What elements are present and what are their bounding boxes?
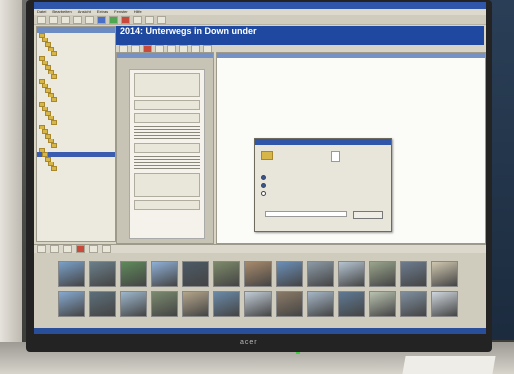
folder-button[interactable]	[50, 245, 59, 253]
folder-icon	[261, 151, 273, 160]
menu-view[interactable]: Ansicht	[78, 9, 91, 15]
text-lines	[134, 126, 200, 140]
print-button[interactable]	[145, 15, 154, 24]
photo-thumbnail[interactable]	[244, 261, 272, 287]
tree-items	[37, 33, 115, 171]
monitor-logo: acer	[240, 339, 258, 346]
refresh-button[interactable]	[133, 15, 142, 24]
folder-icon	[51, 166, 57, 171]
document-icon	[331, 151, 340, 162]
photo-thumbnail[interactable]	[120, 261, 148, 287]
photo-thumbnail[interactable]	[337, 261, 365, 287]
import-button[interactable]	[37, 245, 46, 253]
back-button[interactable]	[37, 15, 46, 24]
forward-button[interactable]	[49, 15, 58, 24]
photo-thumbnail[interactable]	[182, 291, 210, 317]
photo-thumbnail[interactable]	[58, 291, 86, 317]
content-block[interactable]	[134, 143, 200, 153]
folder-icon	[51, 97, 57, 102]
wall	[0, 0, 22, 374]
menu-extras[interactable]: Extras	[97, 9, 108, 15]
option-2[interactable]	[261, 183, 266, 188]
menu-edit[interactable]: Bearbeiten	[52, 9, 71, 15]
option-1[interactable]	[261, 175, 266, 180]
radio-icon[interactable]	[261, 191, 266, 196]
photo-thumbnail[interactable]	[430, 291, 459, 317]
photo-thumbnail[interactable]	[306, 291, 334, 317]
image-settings-dialog	[254, 138, 392, 232]
monitor-screen: Datei Bearbeiten Ansicht Extras Fenster …	[34, 2, 486, 334]
folder-icon	[51, 74, 57, 79]
photo-thumbnail[interactable]	[275, 291, 303, 317]
project-tree	[36, 26, 116, 242]
folder-icon	[51, 51, 57, 56]
photo-thumbnail[interactable]	[368, 261, 396, 287]
option-3[interactable]	[261, 191, 266, 196]
photo-thumbnail[interactable]	[399, 291, 427, 317]
document-header: 2014: Unterwegs in Down under	[116, 26, 484, 45]
menu-help[interactable]: Hilfe	[134, 9, 142, 15]
remove-button[interactable]	[76, 245, 85, 253]
photo-thumbnail[interactable]	[151, 291, 179, 317]
text-lines	[134, 156, 200, 170]
go-button[interactable]	[109, 15, 118, 24]
help-icon[interactable]	[157, 15, 166, 24]
editor-text[interactable]	[217, 58, 485, 62]
content-block[interactable]	[134, 100, 200, 110]
document-title: 2014: Unterwegs in Down under	[120, 26, 257, 36]
open-button[interactable]	[73, 15, 82, 24]
photo-thumbnail[interactable]	[337, 291, 365, 317]
content-block[interactable]	[134, 113, 200, 123]
window-titlebar	[34, 2, 486, 9]
globe-icon[interactable]	[97, 15, 106, 24]
photo-thumbnail[interactable]	[244, 291, 272, 317]
preview-header	[117, 53, 213, 58]
folder-icon	[51, 120, 57, 125]
content-block[interactable]	[134, 173, 200, 197]
photo-thumbnail[interactable]	[213, 261, 241, 287]
thumbnail-row	[58, 261, 459, 287]
folder-icon	[51, 143, 57, 148]
photo-toolbar	[34, 245, 486, 253]
photo-thumbnail[interactable]	[58, 261, 86, 287]
thumbnail-grid	[58, 261, 459, 321]
paper	[402, 356, 496, 374]
photo-thumbnail[interactable]	[89, 261, 117, 287]
progress-bar	[265, 211, 347, 217]
menu-window[interactable]: Fenster	[114, 9, 128, 15]
save-button[interactable]	[85, 15, 94, 24]
tree-item[interactable]	[37, 166, 115, 171]
photo-thumbnail[interactable]	[275, 261, 303, 287]
content-block[interactable]	[134, 200, 200, 210]
photo-thumbnail[interactable]	[399, 261, 427, 287]
photo-thumbnail[interactable]	[120, 291, 148, 317]
radio-icon[interactable]	[261, 175, 266, 180]
new-button[interactable]	[61, 15, 70, 24]
photo-thumbnail[interactable]	[430, 261, 459, 287]
photo-thumbnail[interactable]	[151, 261, 179, 287]
page-preview[interactable]	[129, 69, 205, 239]
radio-icon[interactable]	[261, 183, 266, 188]
main-toolbar	[34, 15, 486, 25]
photo-thumbnail[interactable]	[89, 291, 117, 317]
photo-thumbnail[interactable]	[306, 261, 334, 287]
content-block[interactable]	[134, 73, 200, 97]
taskbar	[34, 328, 486, 334]
power-led	[296, 352, 300, 354]
menu-file[interactable]: Datei	[37, 9, 46, 15]
photo-browser	[34, 244, 486, 334]
document-toolbar	[116, 44, 484, 53]
photo-thumbnail[interactable]	[182, 261, 210, 287]
page-preview-column	[116, 52, 214, 244]
filter-button[interactable]	[63, 245, 72, 253]
zoom-button[interactable]	[102, 245, 111, 253]
rotate-button[interactable]	[89, 245, 98, 253]
photo-thumbnail[interactable]	[213, 291, 241, 317]
thumbnail-row	[58, 291, 459, 317]
dialog-button[interactable]	[353, 211, 383, 219]
dialog-title	[255, 139, 391, 145]
stop-button[interactable]	[121, 15, 130, 24]
photo-thumbnail[interactable]	[368, 291, 396, 317]
